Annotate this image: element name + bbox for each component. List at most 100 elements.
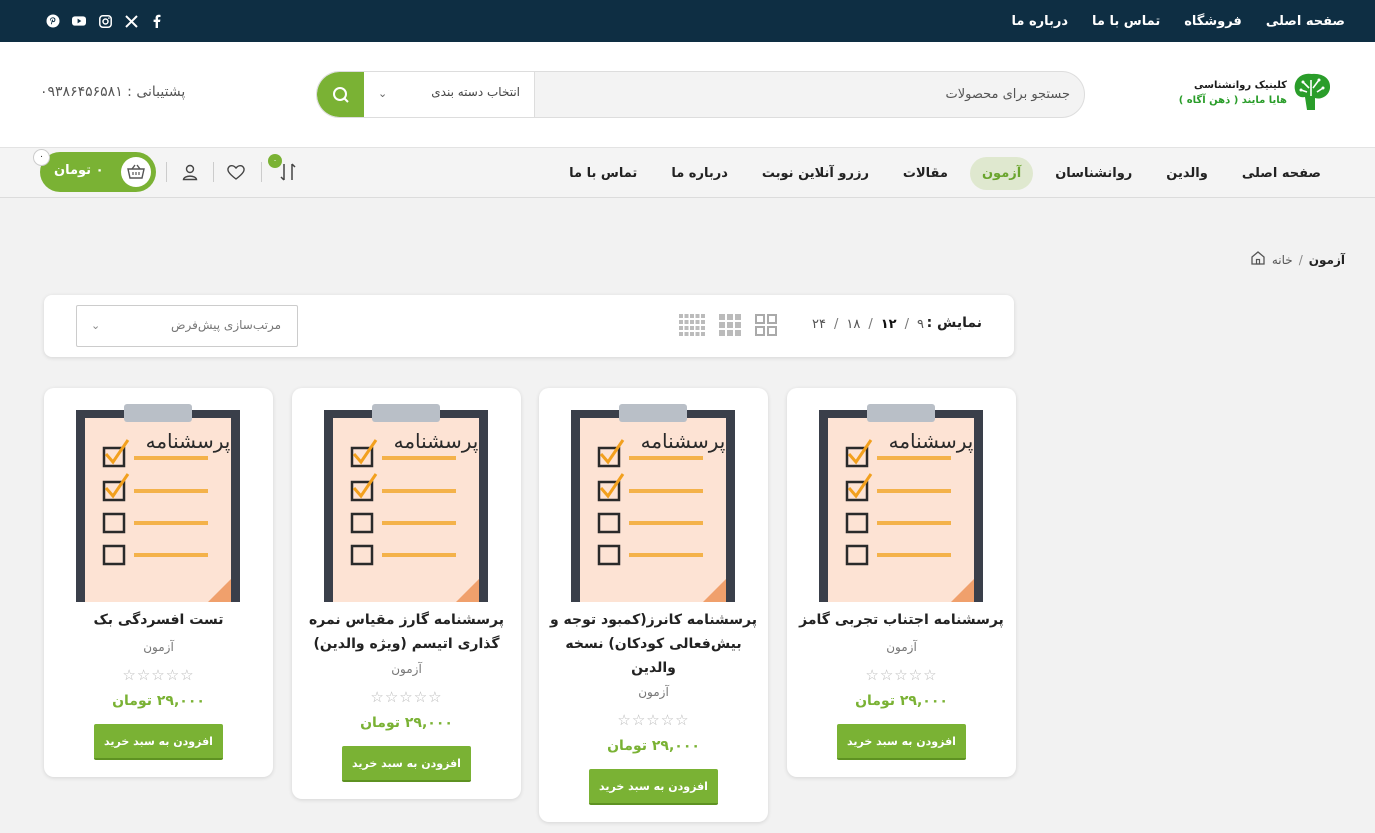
grid-view-options [679,314,777,340]
basket-icon [121,157,151,187]
svg-text:پرسشنامه: پرسشنامه [641,429,726,454]
per-page-18[interactable]: ۱۸ [846,317,860,332]
main-nav: صفحه اصلی والدین روانشناسان آزمون مقالات… [0,147,1375,198]
top-link-contact[interactable]: تماس با ما [1092,14,1160,29]
nav-item-tests[interactable]: آزمون [969,156,1034,190]
breadcrumb: خانه / آزمون [1250,250,1345,269]
product-card[interactable]: پرسشنامه پرسشنامه گارز مقیاس نمره گذاری … [292,388,521,799]
sort-label: مرتب‌سازی پیش‌فرض [170,318,281,332]
cart-count-badge: ۰ [33,149,50,166]
category-select[interactable]: ⌄ انتخاب دسته بندی [364,72,535,117]
rating-stars: ☆☆☆☆☆ [617,711,690,729]
support-phone: پشتیبانی : ۰۹۳۸۶۴۵۶۵۸۱ [40,84,186,100]
per-page-24[interactable]: ۲۴ [812,317,826,332]
chevron-down-icon: ⌄ [91,319,101,332]
search-button[interactable] [317,72,364,117]
header: کلینیک روانشناسی هایا مایند ( ذهن آگاه )… [0,42,1375,147]
top-link-about[interactable]: درباره ما [1012,14,1069,29]
nav-item-articles[interactable]: مقالات [891,157,960,190]
shop-toolbar: نمایش : ۹ / ۱۲ / ۱۸ / ۲۴ مرتب‌سازی پیش‌ف… [44,295,1014,357]
site-logo[interactable]: کلینیک روانشناسی هایا مایند ( ذهن آگاه ) [1179,70,1335,118]
per-page-separator: / [834,317,839,332]
social-links [46,0,164,42]
nav-item-psychologists[interactable]: روانشناسان [1043,157,1144,190]
per-page-options: ۹ / ۱۲ / ۱۸ / ۲۴ [812,317,924,332]
product-card[interactable]: پرسشنامه پرسشنامه اجتناب تجربی گامز آزمو… [787,388,1016,777]
cart-amount: ۰ تومان [54,163,104,178]
svg-text:پرسشنامه: پرسشنامه [146,429,231,454]
product-price: ۲۹,۰۰۰ تومان [855,693,948,709]
nav-item-contact[interactable]: تماس با ما [557,157,649,190]
product-category[interactable]: آزمون [292,662,521,676]
logo-line-1: کلینیک روانشناسی [1194,80,1287,91]
product-card[interactable]: پرسشنامه پرسشنامه کانرز(کمبود توجه و بیش… [539,388,768,822]
nav-item-booking[interactable]: رزرو آنلاین نوبت [750,157,881,190]
nav-divider [261,162,262,182]
per-page-9[interactable]: ۹ [917,317,924,332]
product-price: ۲۹,۰۰۰ تومان [112,693,205,709]
facebook-icon[interactable] [150,14,164,28]
add-to-cart-button[interactable]: افزودن به سبد خرید [94,724,223,760]
breadcrumb-home[interactable]: خانه [1272,253,1293,267]
product-card[interactable]: پرسشنامه تست افسردگی بک آزمون ☆☆☆☆☆ ۲۹,۰… [44,388,273,777]
product-price: ۲۹,۰۰۰ تومان [607,738,700,754]
nav-divider [213,162,214,182]
category-label: انتخاب دسته بندی [431,85,520,99]
grid-4-icon[interactable] [719,314,741,340]
top-link-shop[interactable]: فروشگاه [1184,14,1242,29]
product-title[interactable]: پرسشنامه اجتناب تجربی گامز [797,608,1006,632]
svg-text:پرسشنامه: پرسشنامه [889,429,974,454]
logo-line-2: هایا مایند ( ذهن آگاه ) [1178,95,1287,106]
search-bar: ⌄ انتخاب دسته بندی [316,71,1085,118]
nav-menu: صفحه اصلی والدین روانشناسان آزمون مقالات… [557,153,1333,193]
heart-icon[interactable] [226,162,246,182]
rating-stars: ☆☆☆☆☆ [370,688,443,706]
nav-item-home[interactable]: صفحه اصلی [1230,157,1333,190]
product-image[interactable]: پرسشنامه [68,404,248,602]
add-to-cart-button[interactable]: افزودن به سبد خرید [837,724,966,760]
show-label: نمایش : [926,315,982,331]
add-to-cart-button[interactable]: افزودن به سبد خرید [342,746,471,782]
svg-text:پرسشنامه: پرسشنامه [394,429,479,454]
product-category[interactable]: آزمون [539,685,768,699]
product-title[interactable]: پرسشنامه گارز مقیاس نمره گذاری اتیسم (وی… [302,608,511,656]
add-to-cart-button[interactable]: افزودن به سبد خرید [589,769,718,805]
search-icon [332,86,349,103]
per-page-separator: / [904,317,910,332]
product-title[interactable]: پرسشنامه کانرز(کمبود توجه و بیش‌فعالی کو… [549,608,758,680]
top-bar: صفحه اصلی فروشگاه تماس با ما درباره ما [0,0,1375,42]
product-image[interactable]: پرسشنامه [563,404,743,602]
product-title[interactable]: تست افسردگی بک [54,608,263,632]
breadcrumb-current: آزمون [1308,252,1345,267]
product-image[interactable]: پرسشنامه [811,404,991,602]
x-icon[interactable] [124,14,138,28]
rating-stars: ☆☆☆☆☆ [122,666,195,684]
compare-count-badge: ۰ [268,154,282,168]
sort-select[interactable]: مرتب‌سازی پیش‌فرض ⌄ [76,305,298,347]
home-icon[interactable] [1250,250,1266,269]
product-price: ۲۹,۰۰۰ تومان [360,715,453,731]
top-link-home[interactable]: صفحه اصلی [1266,14,1345,29]
compare-icon[interactable] [278,162,298,182]
nav-item-parents[interactable]: والدین [1154,157,1220,190]
rating-stars: ☆☆☆☆☆ [865,666,938,684]
nav-item-about[interactable]: درباره ما [659,157,740,190]
nav-divider [166,162,167,182]
per-page-12[interactable]: ۱۲ [881,317,897,332]
user-icon[interactable] [180,162,200,182]
instagram-icon[interactable] [98,14,112,28]
brain-tree-icon [1294,73,1331,110]
breadcrumb-separator: / [1298,252,1303,267]
product-category[interactable]: آزمون [787,640,1016,654]
product-image[interactable]: پرسشنامه [316,404,496,602]
product-category[interactable]: آزمون [44,640,273,654]
top-links: صفحه اصلی فروشگاه تماس با ما درباره ما [1012,0,1346,42]
grid-2-icon[interactable] [755,314,777,340]
per-page-separator: / [868,317,873,332]
chevron-down-icon: ⌄ [378,87,388,100]
cart-button[interactable]: ۰ تومان [40,152,156,192]
pinterest-icon[interactable] [46,14,60,28]
youtube-icon[interactable] [72,14,86,28]
search-input[interactable] [550,80,1070,108]
grid-5-icon[interactable] [679,314,705,340]
